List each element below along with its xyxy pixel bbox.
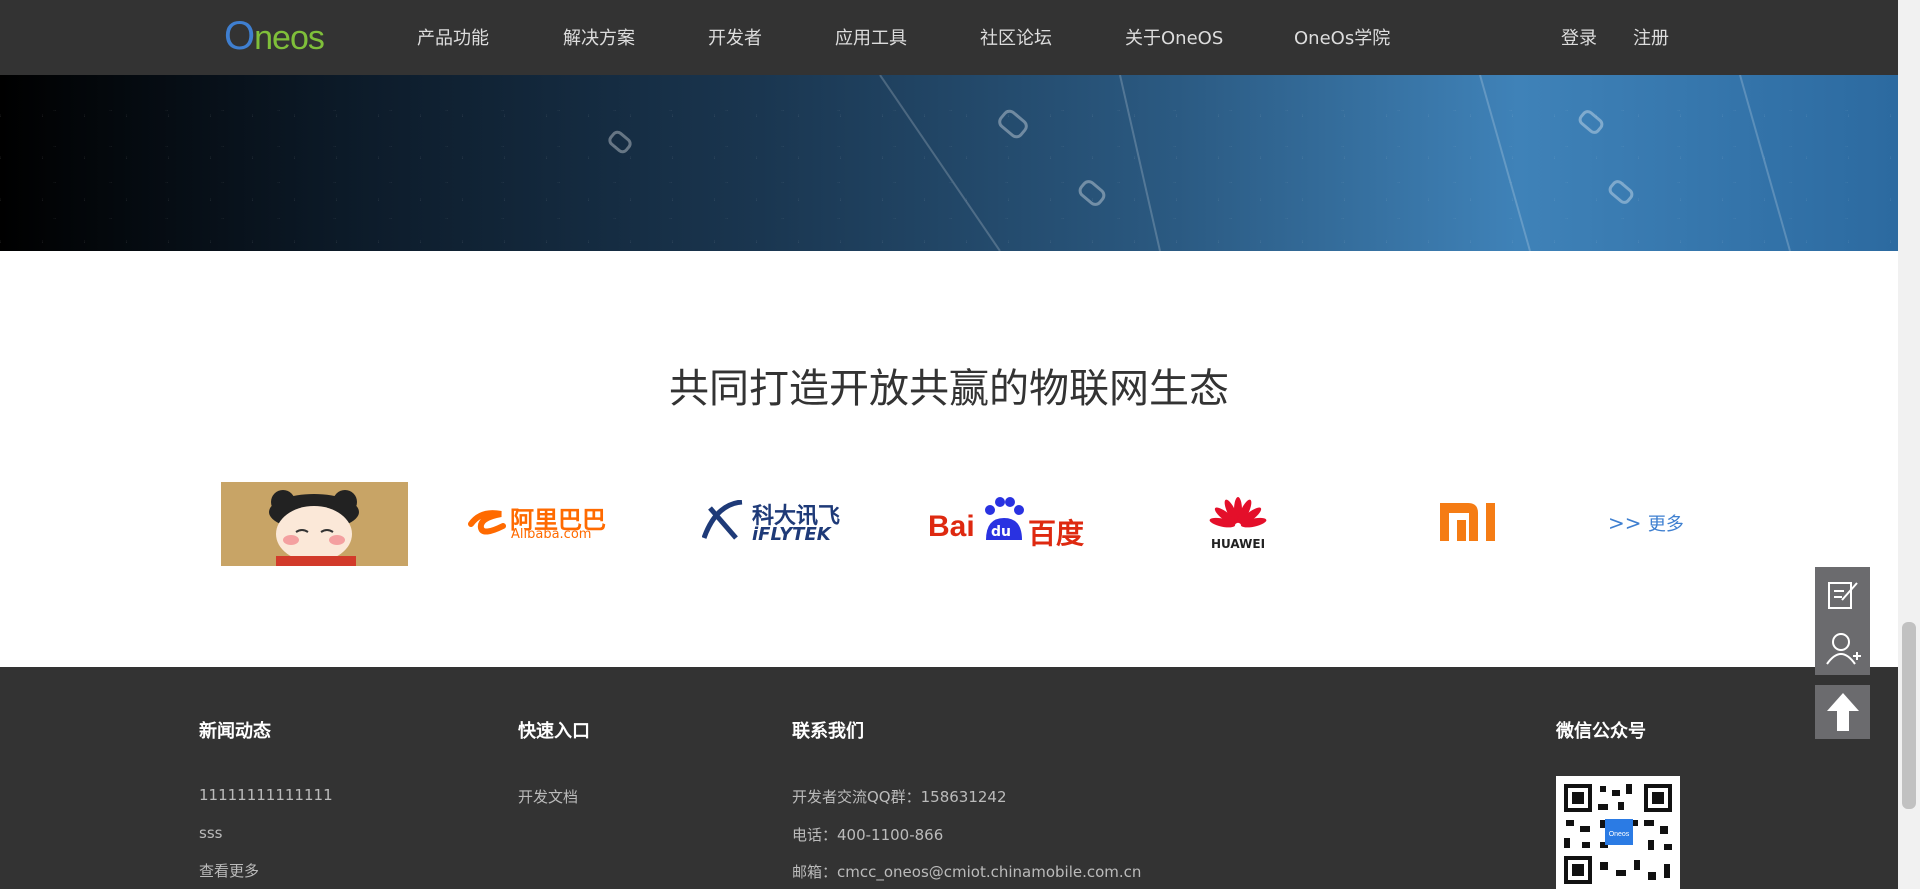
register-link[interactable]: 注册 [1633, 24, 1669, 50]
partner-iflytek-logo[interactable]: 科大讯飞 iFLYTEK [702, 498, 857, 548]
oneos-logo[interactable]: Oneos [224, 14, 325, 59]
contact-phone: 电话：400-1100-866 [792, 826, 944, 844]
iflytek-icon [702, 500, 743, 540]
top-navigation-bar: Oneos 产品功能 解决方案 开发者 应用工具 社区论坛 关于OneOS On… [0, 0, 1898, 75]
nav-item-developers[interactable]: 开发者 [708, 24, 762, 50]
cartoon-girl-image [221, 482, 408, 566]
partner-alibaba-logo[interactable]: 阿里巴巴 Alibaba.com [465, 500, 625, 545]
quick-link-docs[interactable]: 开发文档 [518, 786, 578, 807]
partner-baidu-logo[interactable]: Bai du 百度 [928, 496, 1088, 550]
partner-huawei-logo[interactable]: HUAWEI [1208, 496, 1268, 552]
footer-quick-title: 快速入口 [518, 721, 590, 742]
footer-wechat-title: 微信公众号 [1556, 721, 1646, 742]
nav-item-forum[interactable]: 社区论坛 [980, 24, 1052, 50]
baidu-bai-text: Bai [928, 510, 975, 543]
feedback-button[interactable] [1815, 567, 1870, 621]
baidu-cn-text: 百度 [1028, 517, 1085, 550]
news-more-link[interactable]: 查看更多 [199, 860, 259, 881]
qr-code-image: Oneos [1556, 776, 1680, 889]
nav-item-tools[interactable]: 应用工具 [835, 24, 907, 50]
scrollbar-thumb[interactable] [1902, 622, 1916, 809]
nav-item-academy[interactable]: OneOs学院 [1294, 24, 1390, 50]
huawei-petals-icon [1209, 497, 1267, 528]
baidu-paw-icon [985, 497, 1024, 540]
wechat-qr-code: Oneos [1556, 776, 1680, 889]
news-item-1[interactable]: 11111111111111 [199, 786, 333, 804]
more-text: 更多 [1647, 514, 1684, 535]
add-user-icon [1825, 633, 1861, 665]
partner-xiaomi-logo[interactable]: mi [1438, 501, 1500, 543]
edit-note-icon [1827, 582, 1858, 609]
more-arrows: >> [1608, 511, 1642, 535]
nav-item-products[interactable]: 产品功能 [417, 24, 489, 50]
footer: 新闻动态 11111111111111 sss 查看更多 快速入口 开发文档 联… [0, 667, 1898, 889]
login-link[interactable]: 登录 [1561, 24, 1597, 50]
alibaba-en-text: Alibaba.com [511, 527, 592, 542]
qr-badge-text: Oneos [1609, 831, 1630, 838]
huawei-text: HUAWEI [1211, 537, 1266, 551]
contact-email: 邮箱：cmcc_oneos@cmiot.chinamobile.com.cn [792, 863, 1142, 881]
nav-item-about[interactable]: 关于OneOS [1125, 24, 1223, 50]
more-partners-link[interactable]: >> 更多 [1608, 510, 1684, 536]
baidu-du-text: du [991, 524, 1011, 540]
section-heading: 共同打造开放共赢的物联网生态 [669, 366, 1229, 412]
hero-banner [0, 75, 1898, 251]
back-to-top-button[interactable] [1815, 685, 1870, 739]
add-user-button[interactable] [1815, 621, 1870, 675]
iflytek-en-text: iFLYTEK [752, 524, 831, 545]
partner-cartoon-logo[interactable] [221, 482, 408, 566]
xiaomi-mi-icon: mi [1440, 503, 1495, 541]
hero-decoration [608, 75, 1791, 251]
contact-qq: 开发者交流QQ群：158631242 [792, 788, 1007, 806]
footer-contact-title: 联系我们 [792, 721, 864, 742]
footer-news-title: 新闻动态 [199, 721, 271, 742]
arrow-up-icon [1826, 693, 1859, 731]
news-item-2[interactable]: sss [199, 824, 222, 842]
page-scrollbar[interactable] [1898, 0, 1920, 889]
nav-item-solutions[interactable]: 解决方案 [563, 24, 635, 50]
